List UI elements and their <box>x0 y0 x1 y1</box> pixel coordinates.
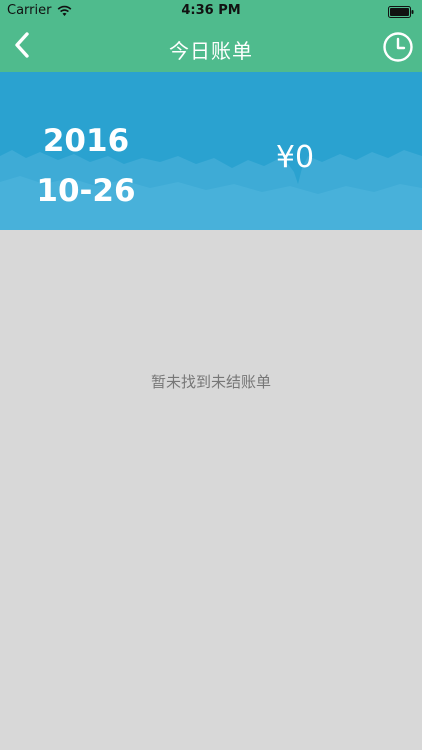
header: Carrier 4:36 PM 今日账单 <box>0 0 422 72</box>
clock-icon <box>382 32 414 67</box>
date-block: 2016 10-26 <box>36 116 136 216</box>
back-button[interactable] <box>4 28 40 66</box>
chevron-left-icon <box>14 32 30 62</box>
history-button[interactable] <box>382 31 414 63</box>
page-title: 今日账单 <box>169 39 253 63</box>
app-screen: Carrier 4:36 PM 今日账单 2016 10-26 ¥0 暂未找到未… <box>0 0 422 750</box>
nav-bar: 今日账单 <box>0 22 422 72</box>
total-amount: ¥0 <box>275 140 315 175</box>
status-bar: Carrier 4:36 PM <box>0 0 422 22</box>
battery-icon <box>388 6 414 18</box>
date-year: 2016 <box>42 123 130 159</box>
summary-banner: 2016 10-26 ¥0 <box>0 72 422 230</box>
status-time: 4:36 PM <box>181 3 241 18</box>
date-month-day: 10-26 <box>36 173 136 209</box>
empty-state-message: 暂未找到未结账单 <box>150 373 271 391</box>
